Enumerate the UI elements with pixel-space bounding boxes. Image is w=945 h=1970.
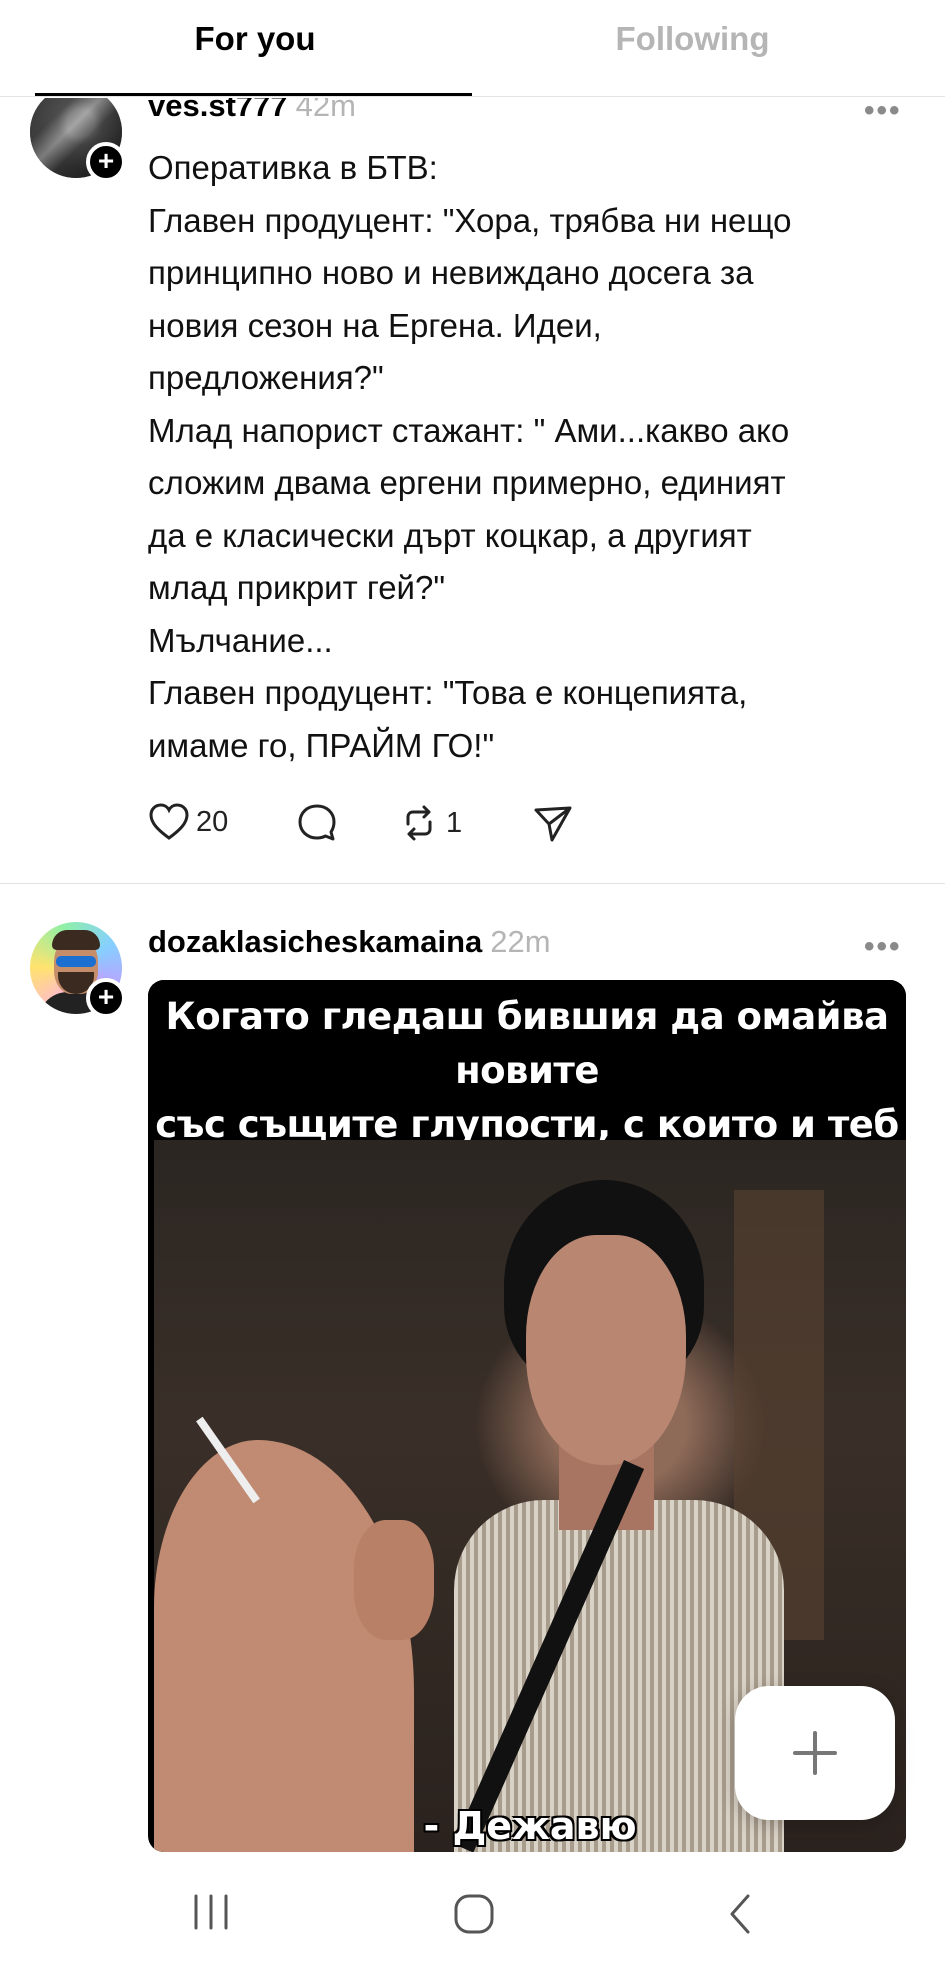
meme-caption: Когато гледаш бившия да омайва новите съ… bbox=[148, 980, 906, 1146]
recents-icon bbox=[194, 1894, 228, 1930]
home-icon bbox=[454, 1894, 494, 1934]
post-time: 22m bbox=[490, 924, 551, 959]
tab-for-you[interactable]: For you bbox=[35, 20, 475, 70]
follow-plus-icon[interactable]: + bbox=[86, 978, 126, 1018]
nav-back-button[interactable] bbox=[722, 1892, 758, 1941]
compose-button[interactable] bbox=[735, 1686, 895, 1820]
username[interactable]: dozaklasicheskamaina bbox=[148, 924, 482, 959]
post-2: + dozaklasicheskamaina 22m ••• Когато гле… bbox=[0, 0, 945, 1970]
more-options-icon[interactable]: ••• bbox=[864, 930, 902, 964]
tabs-divider bbox=[0, 96, 945, 97]
plus-icon bbox=[793, 1731, 837, 1775]
back-icon bbox=[730, 1894, 750, 1934]
system-nav-bar bbox=[0, 1852, 945, 1970]
nav-recents-button[interactable] bbox=[188, 1892, 234, 1937]
tab-following[interactable]: Following bbox=[475, 20, 910, 70]
nav-home-button[interactable] bbox=[452, 1892, 496, 1941]
meme-caption-line: Когато гледаш бившия да омайва новите bbox=[165, 995, 889, 1092]
post-header: dozaklasicheskamaina 22m bbox=[148, 924, 551, 960]
app-screen: For you Following + ves.st777 42m ••• Опе… bbox=[0, 0, 945, 1970]
feed-tabs: For you Following bbox=[0, 0, 945, 98]
